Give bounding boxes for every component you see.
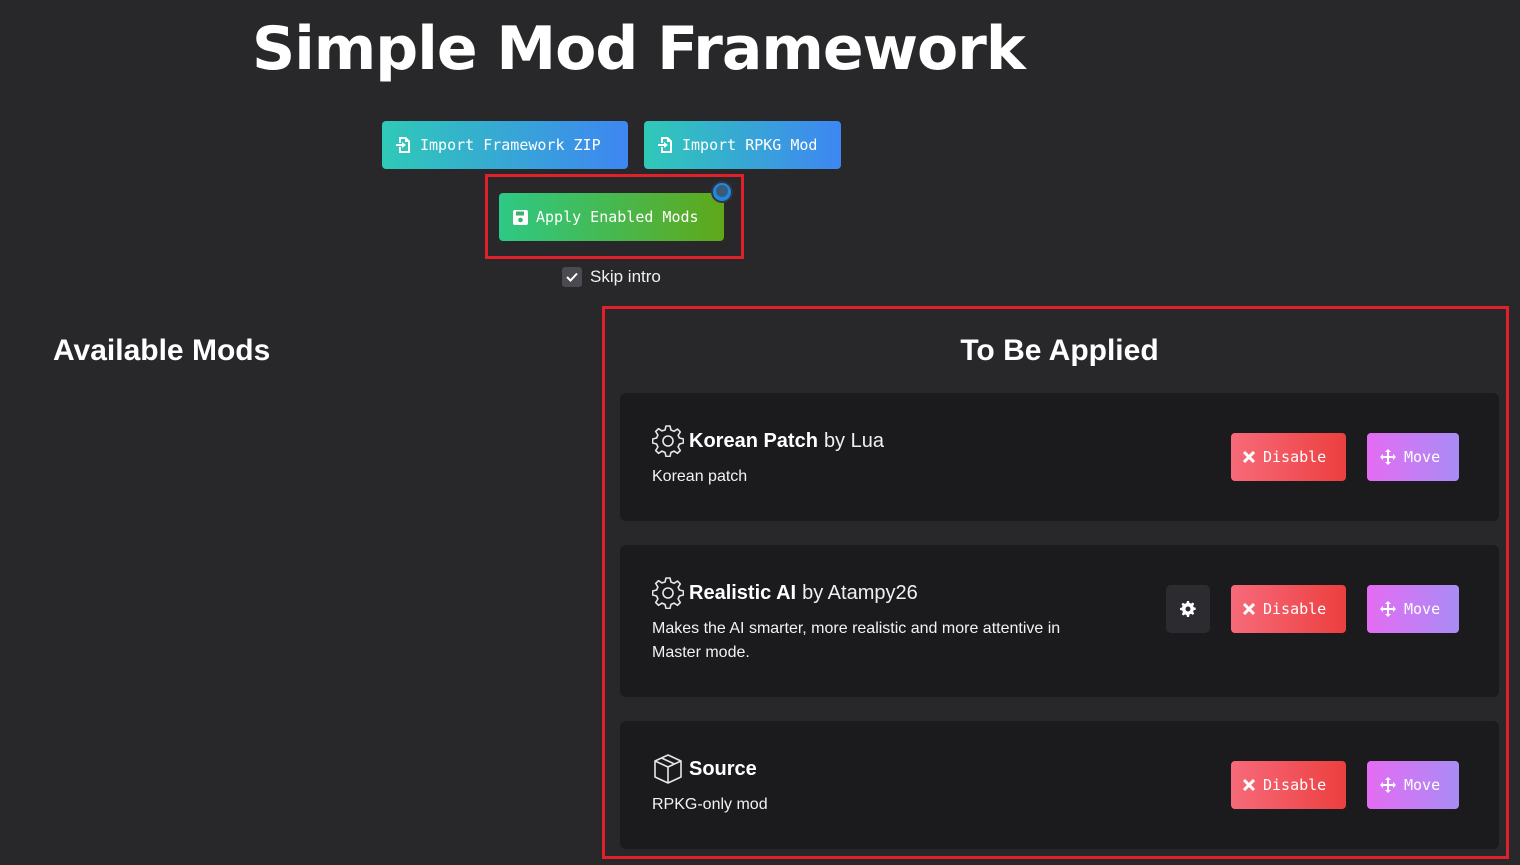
mod-description: Korean patch [652, 468, 748, 485]
move-label: Move [1404, 776, 1441, 794]
mod-name: Korean Patch [689, 429, 818, 452]
disable-button[interactable]: Disable [1231, 585, 1346, 633]
skip-intro-checkbox[interactable] [562, 267, 582, 287]
mod-author: by Lua [823, 429, 884, 452]
app-window: Simple Mod Framework Import Framework ZI… [0, 0, 1520, 865]
gear-icon [651, 424, 685, 458]
disable-button[interactable]: Disable [1231, 433, 1346, 481]
mod-header: Source [651, 752, 757, 786]
save-icon [513, 209, 528, 225]
close-icon [1243, 451, 1255, 463]
app-title: Simple Mod Framework [252, 14, 1026, 84]
checkmark-icon [566, 272, 578, 282]
move-label: Move [1404, 448, 1441, 466]
apply-enabled-mods-button[interactable]: Apply Enabled Mods [499, 193, 724, 241]
mod-description: Makes the AI smarter, more realistic and… [652, 620, 1061, 661]
import-framework-zip-label: Import Framework ZIP [420, 136, 601, 154]
mod-author: by Atampy26 [802, 581, 918, 604]
skip-intro-label: Skip intro [590, 267, 661, 286]
mod-card-realistic-ai: Realistic AI by Atampy26 Makes the AI sm… [620, 545, 1499, 697]
file-import-icon [658, 136, 674, 154]
import-rpkg-mod-label: Import RPKG Mod [682, 136, 818, 154]
mod-settings-button[interactable] [1166, 585, 1210, 633]
disable-label: Disable [1263, 776, 1327, 794]
move-button[interactable]: Move [1367, 433, 1459, 481]
mod-card-source: Source RPKG-only mod Disable Move [620, 721, 1499, 849]
disable-label: Disable [1263, 600, 1327, 618]
mod-card-korean-patch: Korean Patch by Lua Korean patch Disable… [620, 393, 1499, 521]
move-button[interactable]: Move [1367, 761, 1459, 809]
to-be-applied-heading: To Be Applied [960, 334, 1159, 367]
import-framework-zip-button[interactable]: Import Framework ZIP [382, 121, 628, 169]
box-icon [651, 752, 685, 786]
available-mods-heading: Available Mods [53, 334, 271, 367]
mod-name: Realistic AI [689, 581, 797, 604]
mod-name: Source [689, 757, 757, 780]
move-arrows-icon [1380, 601, 1396, 617]
move-button[interactable]: Move [1367, 585, 1459, 633]
notification-dot [713, 183, 731, 201]
import-rpkg-mod-button[interactable]: Import RPKG Mod [644, 121, 841, 169]
disable-label: Disable [1263, 448, 1327, 466]
file-import-icon [396, 136, 412, 154]
mod-header: Realistic AI by Atampy26 [651, 576, 918, 610]
disable-button[interactable]: Disable [1231, 761, 1346, 809]
apply-enabled-mods-label: Apply Enabled Mods [536, 208, 699, 226]
move-arrows-icon [1380, 449, 1396, 465]
mod-description: RPKG-only mod [652, 796, 768, 813]
move-arrows-icon [1380, 777, 1396, 793]
cog-icon [1180, 601, 1196, 617]
gear-icon [651, 576, 685, 610]
skip-intro-toggle[interactable]: Skip intro [562, 267, 661, 287]
close-icon [1243, 779, 1255, 791]
mod-header: Korean Patch by Lua [651, 424, 884, 458]
close-icon [1243, 603, 1255, 615]
move-label: Move [1404, 600, 1441, 618]
